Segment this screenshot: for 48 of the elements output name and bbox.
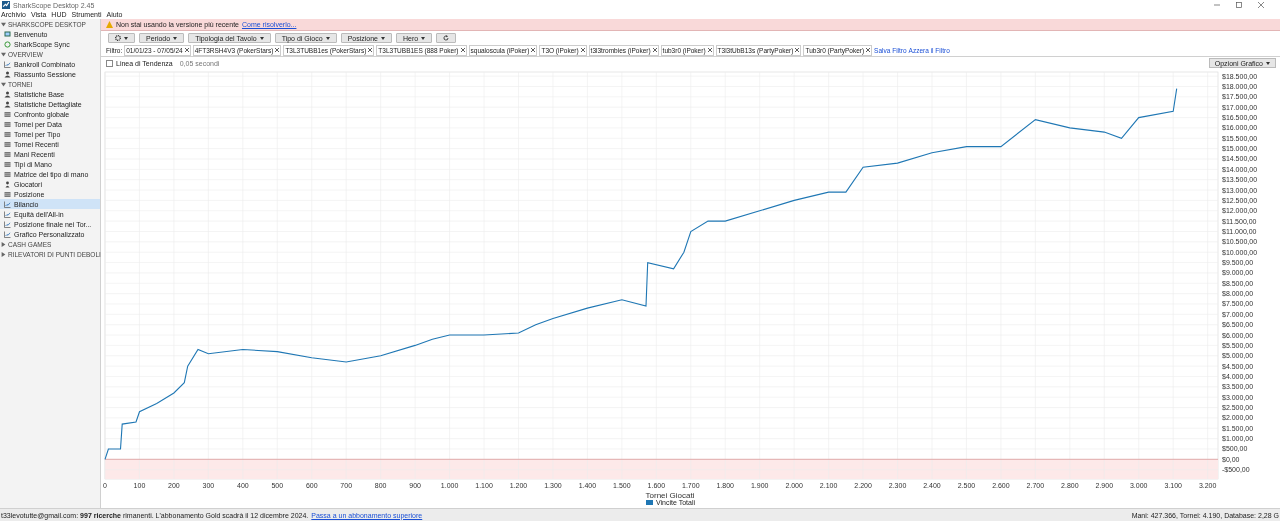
refresh-button[interactable] [436, 33, 457, 43]
caret-icon [1, 21, 6, 27]
maximize-icon[interactable] [1236, 2, 1242, 8]
table-icon [4, 140, 11, 148]
warning-icon [106, 21, 113, 28]
close-icon[interactable] [580, 48, 585, 52]
table-icon [4, 160, 11, 168]
people-icon [4, 70, 11, 78]
table-icon [4, 190, 11, 198]
table-icon [4, 120, 11, 128]
table-icon [4, 170, 11, 178]
caret-icon [173, 36, 178, 40]
people-icon [4, 90, 11, 98]
close-icon[interactable] [184, 48, 189, 52]
close-icon[interactable] [1258, 2, 1264, 8]
line-chart-icon [4, 200, 11, 208]
caret-icon [381, 36, 385, 40]
close-icon[interactable] [531, 48, 536, 52]
caret-icon [124, 36, 128, 40]
x-axis-title: Tornei Giocati [645, 491, 695, 499]
settings-icon [115, 35, 121, 41]
caret-icon [325, 36, 330, 40]
caret-icon [1, 51, 6, 57]
table-icon [4, 130, 11, 138]
caret-icon [1, 81, 6, 87]
person-icon [4, 180, 11, 188]
people-icon [4, 100, 11, 108]
close-icon[interactable] [460, 48, 465, 52]
caret-icon [259, 36, 264, 40]
settings-button[interactable] [108, 33, 135, 43]
close-icon[interactable] [368, 48, 373, 52]
line-chart-icon [4, 210, 11, 218]
close-icon[interactable] [707, 48, 712, 52]
table-icon [4, 110, 11, 118]
line-chart-icon [4, 220, 11, 228]
line-chart-icon [4, 60, 11, 68]
close-icon[interactable] [866, 48, 871, 52]
refresh-icon [443, 35, 450, 41]
close-icon[interactable] [795, 48, 800, 52]
monitor-icon [4, 30, 11, 38]
caret-icon [1266, 61, 1270, 65]
caret-icon [421, 36, 426, 40]
line-chart-icon [4, 230, 11, 238]
close-icon[interactable] [275, 48, 280, 52]
checkbox[interactable] [106, 59, 113, 67]
sync-icon [4, 40, 11, 48]
close-icon[interactable] [652, 48, 657, 52]
table-icon [4, 150, 11, 158]
